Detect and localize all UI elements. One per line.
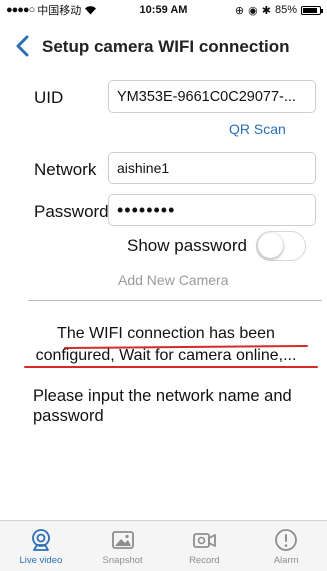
video-camera-icon — [193, 533, 217, 548]
instruction-text: Please input the network name and passwo… — [33, 387, 292, 425]
tab-bar: Live video Snapshot Record Alarm — [0, 520, 327, 571]
status-time: 10:59 AM — [139, 4, 188, 16]
tab-alarm[interactable]: Alarm — [245, 521, 327, 571]
status-message-line1: The WIFI connection has been — [57, 325, 275, 342]
uid-label: UID — [34, 88, 64, 107]
webcam-icon — [31, 529, 50, 551]
tab-live-video[interactable]: Live video — [0, 521, 82, 571]
password-label: Password — [34, 202, 109, 221]
network-field[interactable]: aishine1 — [108, 152, 316, 184]
tab-label: Record — [189, 555, 220, 566]
uid-field[interactable]: YM353E-9661C0C29077-... — [108, 80, 316, 113]
toggle-knob — [258, 233, 283, 258]
underline-annotation — [24, 366, 318, 368]
network-label: Network — [34, 160, 97, 179]
show-password-toggle[interactable] — [256, 231, 306, 261]
tab-label: Snapshot — [102, 555, 143, 566]
tab-snapshot[interactable]: Snapshot — [82, 521, 164, 571]
divider — [28, 300, 322, 301]
page-title: Setup camera WIFI connection — [42, 37, 290, 56]
back-chevron-icon[interactable] — [14, 35, 32, 57]
tab-record[interactable]: Record — [164, 521, 246, 571]
password-field[interactable]: •••••••• — [108, 194, 316, 226]
tab-label: Alarm — [273, 555, 299, 566]
alert-icon — [275, 529, 298, 551]
status-bar: ●●●●○ 中国移动 10:59 AM ⊕ ◉ ✱ 85% — [0, 0, 327, 20]
status-message-line2: configured, Wait for camera online,... — [35, 347, 297, 364]
battery-icon — [301, 5, 323, 15]
nav-bar: Setup camera WIFI connection — [0, 24, 327, 68]
show-password-label: Show password — [127, 236, 248, 255]
add-new-camera-button[interactable]: Add New Camera — [118, 272, 229, 288]
image-icon — [111, 531, 134, 549]
qr-scan-link[interactable]: QR Scan — [229, 121, 286, 137]
tab-label: Live video — [19, 555, 63, 566]
battery-fill — [303, 7, 317, 13]
